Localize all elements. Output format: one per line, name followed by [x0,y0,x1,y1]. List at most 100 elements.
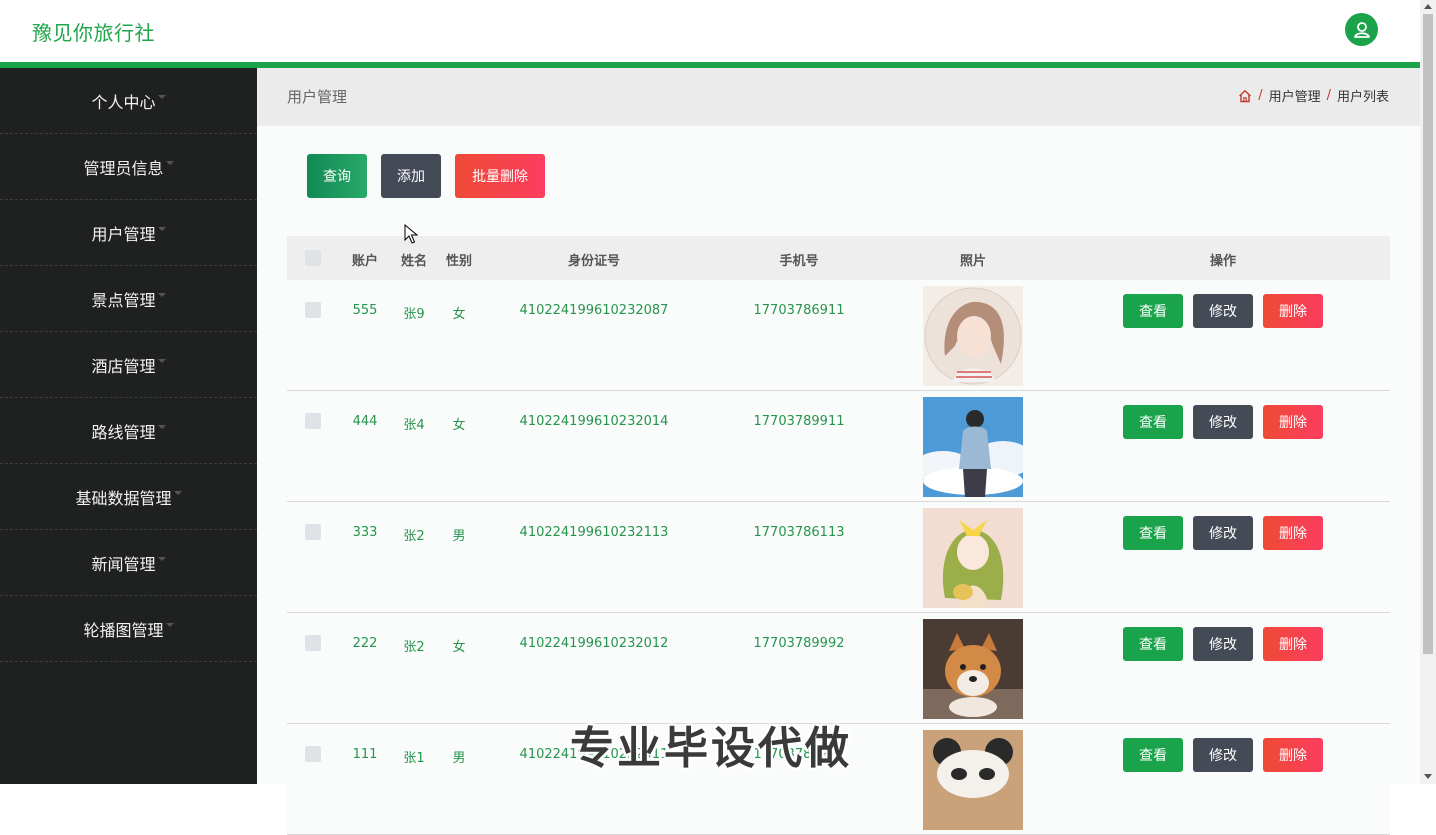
cell-id-number: 410224199610232014 [519,414,669,429]
caret-down-icon [165,622,174,627]
sidebar-item-label: 新闻管理 [91,554,156,574]
edit-button[interactable]: 修改 [1193,516,1253,550]
caret-down-icon [157,292,166,297]
caret-down-icon [157,358,166,363]
table-header: 账户 姓名 性别 身份证号 手机号 照片 操作 [287,236,1390,280]
caret-down-icon [157,556,166,561]
delete-button[interactable]: 删除 [1263,738,1323,772]
add-button[interactable]: 添加 [381,154,441,198]
breadcrumb-separator: / [1258,88,1263,103]
row-checkbox[interactable] [305,635,321,651]
breadcrumb-user-list: 用户列表 [1336,90,1389,105]
cell-id-number: 410224199610232012 [519,636,669,651]
top-header: 豫见你旅行社 [0,0,1420,62]
caret-down-icon [165,160,174,165]
cell-gender: 男 [452,529,466,544]
column-header-gender: 性别 [445,254,473,269]
delete-button[interactable]: 删除 [1263,405,1323,439]
cell-id-number: 410224199610232113 [519,525,669,540]
column-header-phone: 手机号 [779,254,819,269]
mouse-cursor-icon [404,224,418,244]
edit-button[interactable]: 修改 [1193,738,1253,772]
cell-phone: 17703789992 [753,636,845,651]
brand-title: 豫见你旅行社 [32,21,155,45]
row-checkbox[interactable] [305,413,321,429]
sidebar-item-label: 基础数据管理 [75,488,172,508]
home-icon[interactable] [1238,89,1252,103]
cell-phone: 17703786911 [753,303,845,318]
cell-account: 333 [352,525,378,540]
cell-account: 444 [352,414,378,429]
view-button[interactable]: 查看 [1123,516,1183,550]
breadcrumb-user-management[interactable]: 用户管理 [1269,86,1321,105]
watermark-text: 专业毕设代做 [570,723,852,774]
sidebar-item-news-management[interactable]: 新闻管理 [0,530,257,596]
breadcrumb-separator: / [1326,88,1331,103]
select-all-checkbox[interactable] [305,250,321,266]
sidebar-item-route-management[interactable]: 路线管理 [0,398,257,464]
sidebar-item-scenic-management[interactable]: 景点管理 [0,266,257,332]
view-button[interactable]: 查看 [1123,294,1183,328]
sidebar-item-label: 轮播图管理 [83,620,164,640]
row-checkbox[interactable] [305,746,321,762]
row-actions: 查看 修改 删除 [1123,738,1323,772]
batch-delete-button[interactable]: 批量删除 [455,154,545,198]
delete-button[interactable]: 删除 [1263,627,1323,661]
sidebar-item-label: 景点管理 [91,290,156,310]
cell-account: 555 [352,303,378,318]
edit-button[interactable]: 修改 [1193,405,1253,439]
sidebar-item-user-management[interactable]: 用户管理 [0,200,257,266]
sidebar-item-label: 个人中心 [91,92,156,112]
sidebar-item-base-data-management[interactable]: 基础数据管理 [0,464,257,530]
cell-phone: 17703786113 [753,525,845,540]
view-button[interactable]: 查看 [1123,405,1183,439]
user-photo [923,619,1023,719]
sidebar-item-carousel-management[interactable]: 轮播图管理 [0,596,257,662]
row-actions: 查看 修改 删除 [1123,294,1323,328]
scroll-up-arrow-icon[interactable] [1424,4,1432,9]
column-header-photo: 照片 [959,254,987,269]
column-header-actions: 操作 [1209,254,1237,269]
user-icon [1353,21,1370,38]
table-row: 333 张2 男 410224199610232113 17703786113 … [287,502,1390,613]
cell-gender: 女 [452,640,466,655]
view-button[interactable]: 查看 [1123,738,1183,772]
breadcrumb: / 用户管理 / 用户列表 [1238,86,1389,105]
row-actions: 查看 修改 删除 [1123,405,1323,439]
edit-button[interactable]: 修改 [1193,294,1253,328]
edit-button[interactable]: 修改 [1193,627,1253,661]
scrollbar-thumb[interactable] [1423,14,1433,654]
caret-down-icon [157,94,166,99]
view-button[interactable]: 查看 [1123,627,1183,661]
sidebar-item-hotel-management[interactable]: 酒店管理 [0,332,257,398]
cell-name: 张2 [403,529,425,544]
cell-phone: 17703789911 [753,414,845,429]
row-checkbox[interactable] [305,302,321,318]
column-header-account: 账户 [351,254,379,269]
page-scrollbar[interactable] [1420,0,1436,784]
table-row: 222 张2 女 410224199610232012 17703789992 [287,613,1390,724]
cell-name: 张1 [403,751,425,766]
cell-gender: 男 [452,751,466,766]
caret-down-icon [157,226,166,231]
sidebar-item-label: 管理员信息 [83,158,164,178]
cell-id-number: 410224199610232087 [519,303,669,318]
user-avatar[interactable] [1345,13,1378,46]
cell-name: 张9 [403,307,425,322]
column-header-id-number: 身份证号 [567,254,621,269]
sidebar-item-admin-info[interactable]: 管理员信息 [0,134,257,200]
delete-button[interactable]: 删除 [1263,516,1323,550]
delete-button[interactable]: 删除 [1263,294,1323,328]
caret-down-icon [173,490,182,495]
row-checkbox[interactable] [305,524,321,540]
sidebar-item-personal-center[interactable]: 个人中心 [0,68,257,134]
query-button[interactable]: 查询 [307,154,367,198]
main-content: 用户管理 / 用户管理 / 用户列表 查询 添加 批量删除 账户 姓名 性别 身… [257,68,1420,835]
row-actions: 查看 修改 删除 [1123,627,1323,661]
user-photo [923,508,1023,608]
sidebar-item-label: 路线管理 [91,422,156,442]
scroll-down-arrow-icon[interactable] [1424,774,1432,779]
cell-gender: 女 [452,307,466,322]
cell-account: 222 [352,636,378,651]
sidebar-item-label: 用户管理 [91,224,156,244]
